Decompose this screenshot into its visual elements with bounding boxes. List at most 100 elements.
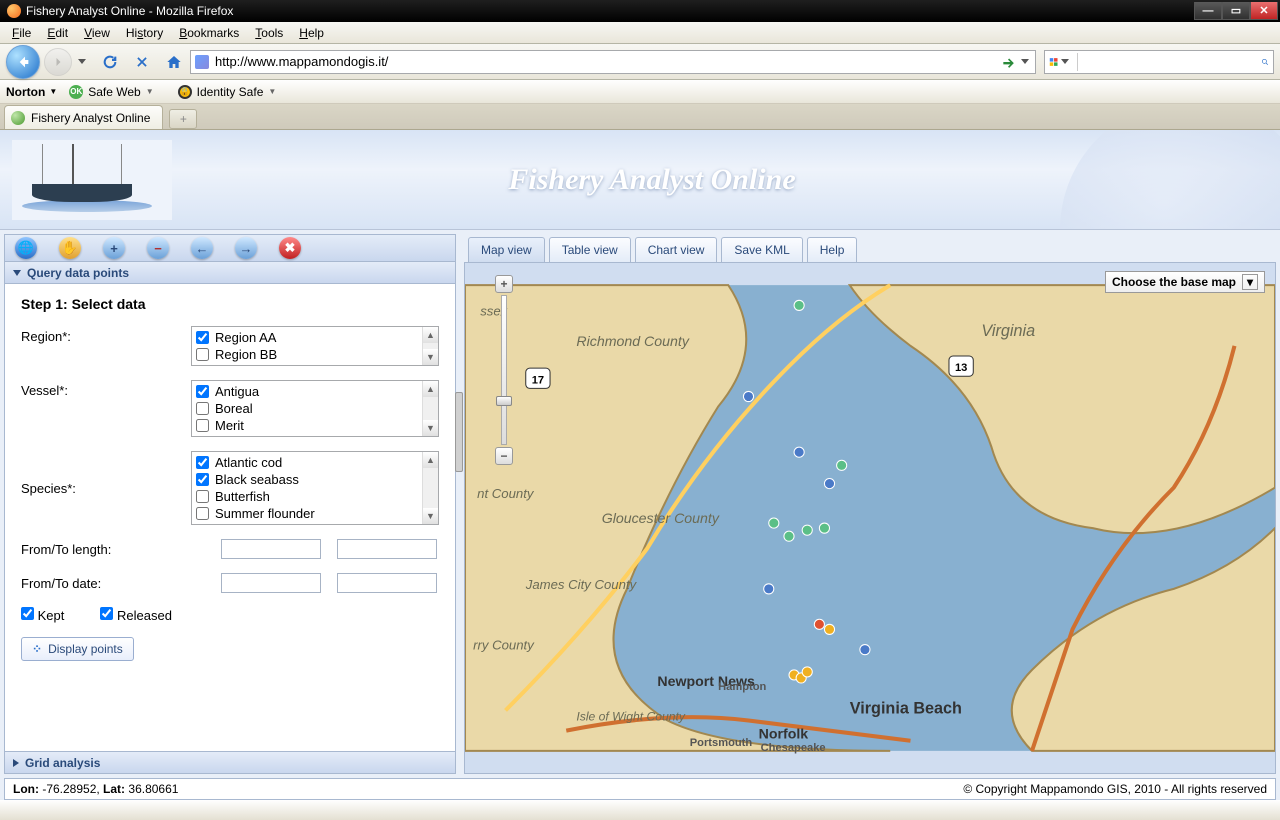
zoom-minus-button[interactable]: − [495, 447, 513, 465]
scrollbar[interactable]: ▲▼ [422, 327, 438, 365]
pan-tool-icon[interactable]: ✋ [59, 237, 81, 259]
species-cod-checkbox[interactable] [196, 456, 209, 469]
scrollbar[interactable]: ▲▼ [422, 381, 438, 436]
go-icon[interactable] [1001, 55, 1015, 69]
prev-extent-icon[interactable]: ← [191, 237, 213, 259]
svg-text:13: 13 [955, 362, 967, 374]
region-option-label: Region AA [215, 330, 276, 345]
display-points-label: Display points [48, 642, 123, 656]
tab-save-kml[interactable]: Save KML [721, 237, 802, 262]
maximize-button[interactable]: ▭ [1222, 2, 1250, 20]
choose-basemap-button[interactable]: Choose the base map ▾ [1105, 271, 1265, 293]
query-accordion: Query data points Step 1: Select data Re… [4, 262, 456, 774]
date-label: From/To date: [21, 573, 211, 591]
address-bar[interactable] [190, 50, 1036, 74]
safe-web-button[interactable]: OK Safe Web ▼ [69, 85, 153, 99]
minimize-button[interactable]: — [1194, 2, 1222, 20]
zoom-track[interactable] [501, 295, 507, 445]
vessel-merit-checkbox[interactable] [196, 419, 209, 432]
left-panel: 🌐 ✋ + − ← → ✖ Query data points Step 1: … [4, 234, 456, 774]
firefox-icon [7, 4, 21, 18]
tab-chart-view[interactable]: Chart view [635, 237, 718, 262]
region-option: Region AA [196, 329, 434, 346]
zoom-in-icon[interactable]: + [103, 237, 125, 259]
home-button[interactable] [163, 51, 185, 73]
kept-checkbox[interactable] [21, 607, 34, 620]
menu-tools[interactable]: Tools [247, 23, 291, 43]
browser-tab-active[interactable]: Fishery Analyst Online [4, 105, 163, 129]
points-icon: ⁘ [32, 642, 42, 656]
url-input[interactable] [215, 54, 1001, 69]
region-listbox[interactable]: Region AA Region BB ▲▼ [191, 326, 439, 366]
search-input[interactable] [1084, 54, 1261, 69]
display-points-button[interactable]: ⁘ Display points [21, 637, 134, 661]
choose-basemap-label: Choose the base map [1112, 275, 1236, 289]
species-listbox[interactable]: Atlantic cod Black seabass Butterfish Su… [191, 451, 439, 525]
search-icon[interactable] [1261, 55, 1269, 69]
species-label: Species*: [21, 451, 181, 496]
history-dropdown-icon[interactable] [78, 59, 86, 64]
svg-text:Portsmouth: Portsmouth [690, 737, 753, 749]
menu-help[interactable]: Help [291, 23, 332, 43]
clear-tool-icon[interactable]: ✖ [279, 237, 301, 259]
identity-safe-button[interactable]: 🔒 Identity Safe ▼ [178, 85, 277, 99]
search-engine-dropdown-icon[interactable] [1061, 59, 1069, 64]
vessel-listbox[interactable]: Antigua Boreal Merit ▲▼ [191, 380, 439, 437]
close-button[interactable]: ✕ [1250, 2, 1278, 20]
vessel-option-label: Merit [215, 418, 244, 433]
menu-view[interactable]: View [76, 23, 118, 43]
length-from-input[interactable] [221, 539, 321, 559]
map-viewport[interactable]: 17 13 [464, 262, 1276, 774]
species-seabass-checkbox[interactable] [196, 473, 209, 486]
reload-button[interactable] [99, 51, 121, 73]
tab-map-view[interactable]: Map view [468, 237, 545, 262]
tab-table-view[interactable]: Table view [549, 237, 631, 262]
ok-badge-icon: OK [69, 85, 83, 99]
new-tab-button[interactable]: + [169, 109, 197, 129]
zoom-out-icon[interactable]: − [147, 237, 169, 259]
zoom-plus-button[interactable]: + [495, 275, 513, 293]
region-bb-checkbox[interactable] [196, 348, 209, 361]
kept-checkbox-label[interactable]: Kept [21, 607, 64, 623]
vessel-option: Antigua [196, 383, 434, 400]
search-box[interactable] [1044, 50, 1274, 74]
species-flounder-checkbox[interactable] [196, 507, 209, 520]
length-to-input[interactable] [337, 539, 437, 559]
identify-tool-icon[interactable]: 🌐 [15, 237, 37, 259]
date-from-input[interactable] [221, 573, 321, 593]
map-canvas[interactable]: 17 13 [465, 263, 1275, 773]
vessel-antigua-checkbox[interactable] [196, 385, 209, 398]
svg-text:Norfolk: Norfolk [759, 727, 809, 743]
grid-accordion-header[interactable]: Grid analysis [5, 751, 455, 773]
menu-file[interactable]: File [4, 23, 39, 43]
back-button[interactable] [6, 45, 40, 79]
released-checkbox[interactable] [100, 607, 113, 620]
scrollbar[interactable]: ▲▼ [422, 452, 438, 524]
stop-button[interactable] [131, 51, 153, 73]
tab-favicon [11, 111, 25, 125]
right-panel: Map view Table view Chart view Save KML … [464, 234, 1276, 774]
query-accordion-header[interactable]: Query data points [5, 262, 455, 284]
next-extent-icon[interactable]: → [235, 237, 257, 259]
menu-history[interactable]: History [118, 23, 171, 43]
browser-menubar: File Edit View History Bookmarks Tools H… [0, 22, 1280, 44]
zoom-handle[interactable] [496, 396, 512, 406]
url-dropdown-icon[interactable] [1021, 59, 1029, 64]
species-option: Butterfish [196, 488, 434, 505]
svg-text:Gloucester County: Gloucester County [602, 511, 720, 527]
date-to-input[interactable] [337, 573, 437, 593]
region-aa-checkbox[interactable] [196, 331, 209, 344]
svg-text:Hampton: Hampton [718, 681, 766, 693]
vessel-boreal-checkbox[interactable] [196, 402, 209, 415]
forward-button[interactable] [44, 48, 72, 76]
splitter-handle[interactable] [455, 392, 463, 472]
zoom-slider[interactable]: + − [495, 275, 513, 465]
app-banner: Fishery Analyst Online [0, 130, 1280, 230]
svg-text:nt County: nt County [477, 486, 535, 501]
menu-edit[interactable]: Edit [39, 23, 76, 43]
released-checkbox-label[interactable]: Released [100, 607, 172, 623]
tab-help[interactable]: Help [807, 237, 858, 262]
app-root: Fishery Analyst Online 🌐 ✋ + − ← → ✖ Que… [0, 130, 1280, 800]
menu-bookmarks[interactable]: Bookmarks [171, 23, 247, 43]
species-butterfish-checkbox[interactable] [196, 490, 209, 503]
